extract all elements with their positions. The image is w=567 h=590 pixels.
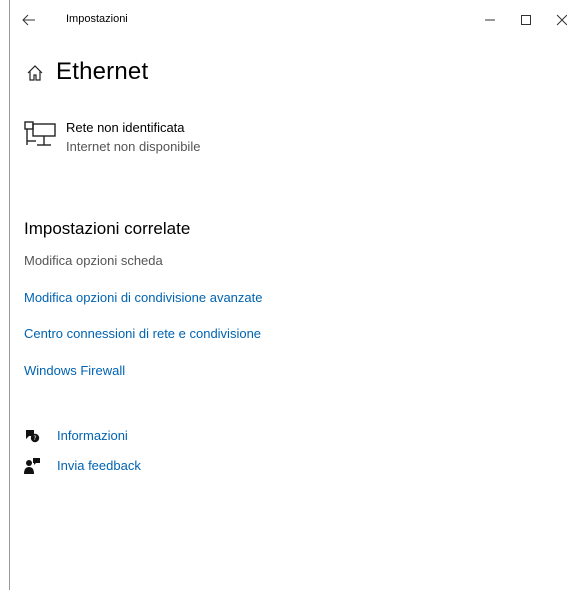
close-icon bbox=[556, 14, 567, 26]
minimize-button[interactable] bbox=[480, 10, 500, 30]
chat-help-icon: ? bbox=[26, 430, 40, 443]
svg-text:?: ? bbox=[33, 435, 36, 442]
main-content: Rete non identificata Internet non dispo… bbox=[10, 97, 567, 590]
windows-firewall-link[interactable]: Windows Firewall bbox=[24, 363, 125, 378]
minimize-icon bbox=[485, 19, 495, 21]
network-sharing-center-link[interactable]: Centro connessioni di rete e condivision… bbox=[24, 326, 261, 341]
network-status: Internet non disponibile bbox=[66, 139, 201, 154]
arrow-left-icon bbox=[22, 14, 35, 26]
ethernet-network-icon bbox=[24, 121, 56, 146]
feedback-label: Invia feedback bbox=[57, 458, 141, 473]
related-settings-title: Impostazioni correlate bbox=[24, 219, 191, 238]
close-button[interactable] bbox=[552, 10, 567, 30]
maximize-icon bbox=[521, 15, 531, 25]
page-title: Ethernet bbox=[56, 58, 149, 85]
network-connection-item[interactable]: Rete non identificata Internet non dispo… bbox=[24, 118, 324, 158]
feedback-icon bbox=[24, 458, 40, 474]
adapter-options-link[interactable]: Modifica opzioni scheda bbox=[24, 253, 163, 268]
back-button[interactable] bbox=[20, 11, 38, 29]
maximize-button[interactable] bbox=[516, 10, 536, 30]
help-info-label: Informazioni bbox=[57, 428, 128, 443]
home-icon[interactable] bbox=[26, 64, 44, 82]
settings-window: Impostazioni Ethernet Rete non identific… bbox=[0, 0, 567, 590]
advanced-sharing-link[interactable]: Modifica opzioni di condivisione avanzat… bbox=[24, 290, 262, 305]
network-name: Rete non identificata bbox=[66, 120, 185, 135]
title-bar: Impostazioni bbox=[10, 0, 567, 44]
page-header: Ethernet bbox=[10, 44, 567, 97]
app-title: Impostazioni bbox=[66, 13, 128, 25]
